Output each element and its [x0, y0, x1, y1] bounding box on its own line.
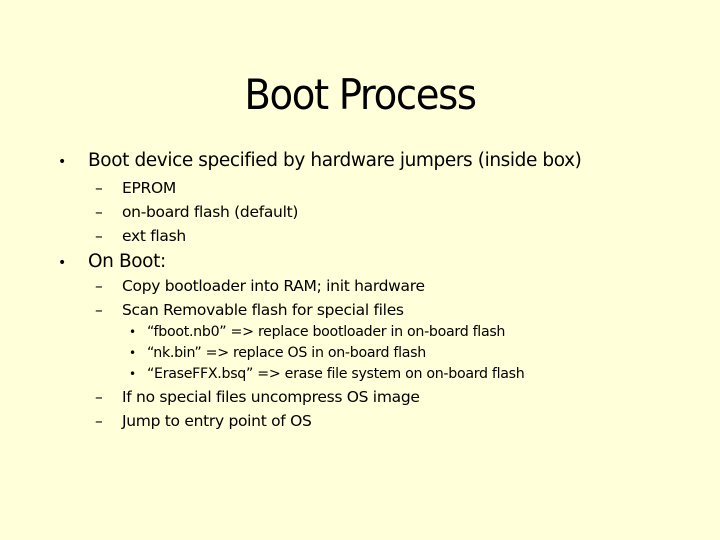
sub-bullet-text: ext flash [122, 227, 186, 245]
slide-title: Boot Process [244, 70, 477, 119]
sub-bullet-text: EPROM [122, 179, 176, 197]
bullet-icon: • [129, 346, 136, 360]
sub-bullet-text: Jump to entry point of OS [122, 412, 312, 430]
sub-bullet-ext-flash: – ext flash [95, 227, 186, 245]
bullet-icon: • [58, 255, 66, 271]
sub-bullet-onboard-flash: – on-board flash (default) [95, 203, 298, 221]
sub-bullet-jump-entry: – Jump to entry point of OS [95, 412, 312, 430]
sub-sub-bullet-fboot: • “fboot.nb0” => replace bootloader in o… [129, 324, 505, 340]
dash-icon: – [95, 227, 103, 245]
sub-sub-bullet-text: “fboot.nb0” => replace bootloader in on-… [147, 324, 506, 340]
dash-icon: – [95, 277, 103, 295]
sub-bullet-uncompress-os: – If no special files uncompress OS imag… [95, 388, 420, 406]
sub-bullet-eprom: – EPROM [95, 179, 176, 197]
dash-icon: – [95, 412, 103, 430]
bullet-icon: • [58, 154, 66, 170]
sub-bullet-copy-bootloader: – Copy bootloader into RAM; init hardwar… [95, 277, 425, 295]
dash-icon: – [95, 301, 103, 319]
sub-bullet-text: Copy bootloader into RAM; init hardware [122, 277, 425, 295]
sub-bullet-scan-flash: – Scan Removable flash for special files [95, 301, 404, 319]
bullet-icon: • [129, 367, 136, 381]
dash-icon: – [95, 388, 103, 406]
bullet-on-boot: • On Boot: [58, 251, 166, 272]
sub-sub-bullet-nk-bin: • “nk.bin” => replace OS in on-board fla… [129, 345, 426, 361]
bullet-icon: • [129, 325, 136, 339]
bullet-text: Boot device specified by hardware jumper… [88, 150, 582, 171]
dash-icon: – [95, 179, 103, 197]
bullet-boot-device: • Boot device specified by hardware jump… [58, 150, 582, 171]
sub-sub-bullet-text: “EraseFFX.bsq” => erase file system on o… [147, 366, 525, 382]
sub-sub-bullet-eraseffx: • “EraseFFX.bsq” => erase file system on… [129, 366, 525, 382]
dash-icon: – [95, 203, 103, 221]
sub-sub-bullet-text: “nk.bin” => replace OS in on-board flash [147, 345, 426, 361]
sub-bullet-text: on-board flash (default) [122, 203, 299, 221]
sub-bullet-text: If no special files uncompress OS image [122, 388, 420, 406]
bullet-text: On Boot: [88, 251, 166, 272]
sub-bullet-text: Scan Removable flash for special files [122, 301, 404, 319]
